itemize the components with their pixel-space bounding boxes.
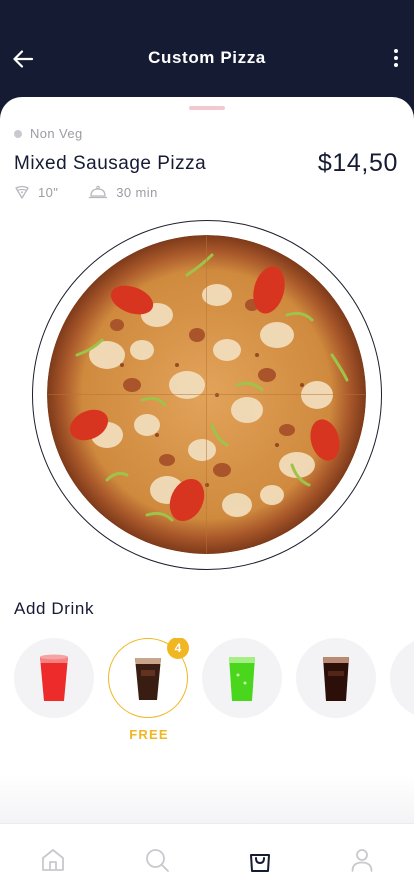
drink-cola[interactable] [296,638,376,718]
cola-drink-icon [323,657,349,701]
nav-home[interactable] [39,846,67,874]
size-value: 10" [38,184,59,200]
pizza-plate [32,220,382,570]
category-label: Non Veg [30,126,83,141]
nav-search[interactable] [143,846,171,874]
product-name: Mixed Sausage Pizza [14,153,207,174]
add-drink-title: Add Drink [14,599,95,618]
cloche-icon [89,185,108,199]
pizza-image[interactable] [47,235,366,554]
drink-cola-selected[interactable]: 4 FREE [108,638,189,742]
home-icon [42,849,64,871]
pizza-slice-icon [15,185,29,199]
time-info: 30 min [88,184,157,200]
drink-orange[interactable] [390,638,414,718]
product-meta: 10" 30 min [14,184,158,200]
page-title: Custom Pizza [148,48,266,67]
product-price: $14,50 [317,149,398,177]
drink-green[interactable] [202,638,282,718]
nav-bag[interactable] [246,846,274,874]
red-drink-icon [40,654,68,701]
drink-carousel[interactable]: 4 FREE [0,638,414,748]
product-card: Non Veg Mixed Sausage Pizza $14,50 10" 3… [0,97,414,896]
drag-handle[interactable] [189,106,225,110]
bottom-navigation [0,823,414,896]
pizza-illustration [47,235,366,554]
bag-icon [250,854,270,872]
drink-quantity-badge: 4 [167,638,189,659]
category-tag: Non Veg [14,126,83,141]
more-vertical-icon [394,49,398,53]
green-drink-icon [229,657,255,701]
cola-drink-icon [135,658,161,700]
more-options-button[interactable] [384,44,408,72]
drink-red[interactable] [14,638,94,718]
non-veg-dot-icon [14,129,22,138]
drink-free-label: FREE [129,727,169,742]
search-icon [146,849,169,872]
nav-profile[interactable] [348,846,376,874]
time-value: 30 min [116,184,158,200]
size-info: 10" [14,184,58,200]
content-fade [0,775,414,823]
user-icon [351,849,373,872]
